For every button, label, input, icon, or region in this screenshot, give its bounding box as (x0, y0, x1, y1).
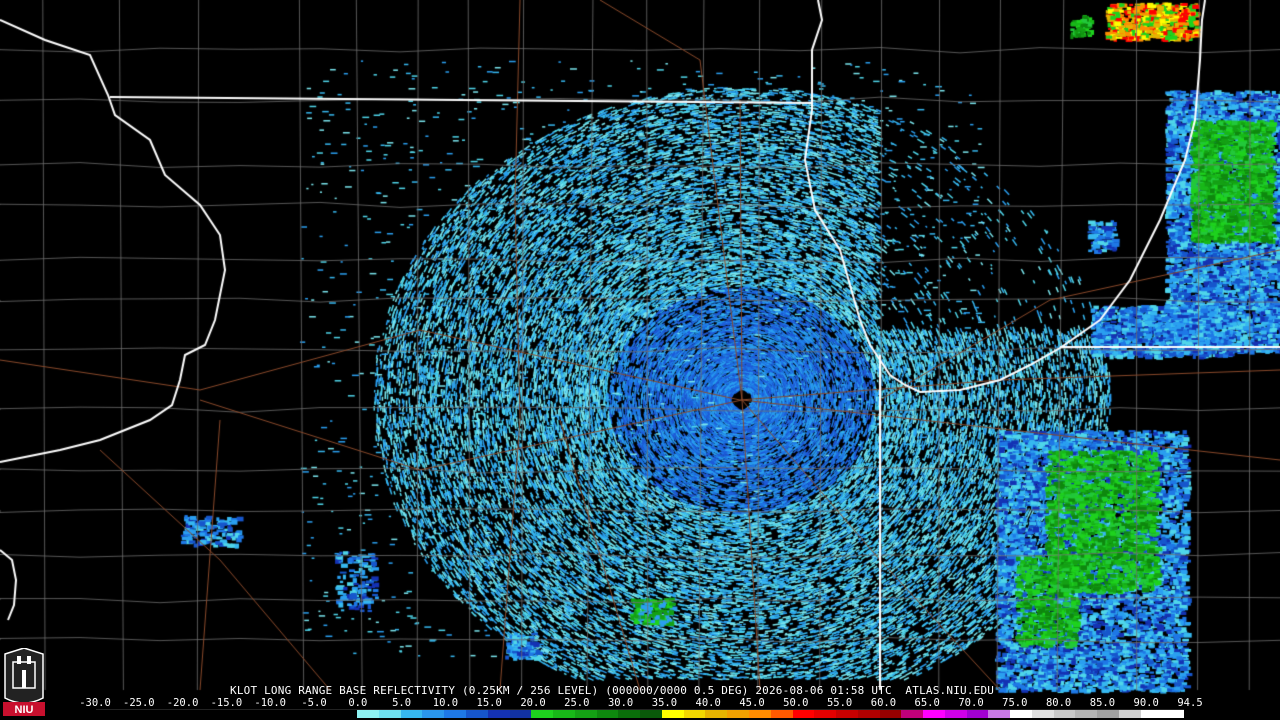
scale-label: 40.0 (695, 697, 721, 709)
scale-label: -15.0 (210, 697, 243, 709)
scale-label: 65.0 (914, 697, 940, 709)
scale-label: 85.0 (1089, 697, 1116, 709)
scale-label: 45.0 (739, 697, 765, 709)
niu-logo-icon: NIU (3, 648, 45, 716)
scale-label: 55.0 (826, 697, 853, 709)
scale-label: 15.0 (476, 697, 502, 709)
scale-label: 75.0 (1002, 697, 1028, 709)
scale-label: -30.0 (79, 697, 111, 709)
scale-label: 25.0 (564, 697, 590, 709)
scale-label: 10.0 (432, 697, 459, 709)
radar-caption: KLOT LONG RANGE BASE REFLECTIVITY (0.25K… (230, 684, 995, 697)
scale-label: 35.0 (651, 697, 678, 709)
radar-map (0, 0, 1280, 720)
scale-label: 5.0 (392, 697, 412, 709)
scale-label: -5.0 (301, 697, 327, 709)
logo-text: NIU (15, 704, 34, 716)
scale-label: 60.0 (870, 697, 897, 709)
scale-label: 50.0 (783, 697, 809, 709)
scale-label: -20.0 (166, 697, 199, 709)
scale-label: 0.0 (348, 697, 368, 709)
reflectivity-scale-labels: -30.0 -25.0 -20.0 -15.0 -10.0 -5.0 0.0 5.0 10.0 1… (79, 697, 1202, 709)
scale-label: 80.0 (1045, 697, 1072, 709)
scale-label: 90.0 (1133, 697, 1159, 709)
scale-label: -10.0 (254, 697, 286, 709)
scale-label: -25.0 (122, 697, 155, 709)
scale-label: 70.0 (958, 697, 984, 709)
scale-label: 20.0 (520, 697, 546, 709)
scale-label: 94.5 (1177, 697, 1203, 709)
scale-label: 30.0 (607, 697, 634, 709)
reflectivity-color-bar (96, 709, 1185, 718)
